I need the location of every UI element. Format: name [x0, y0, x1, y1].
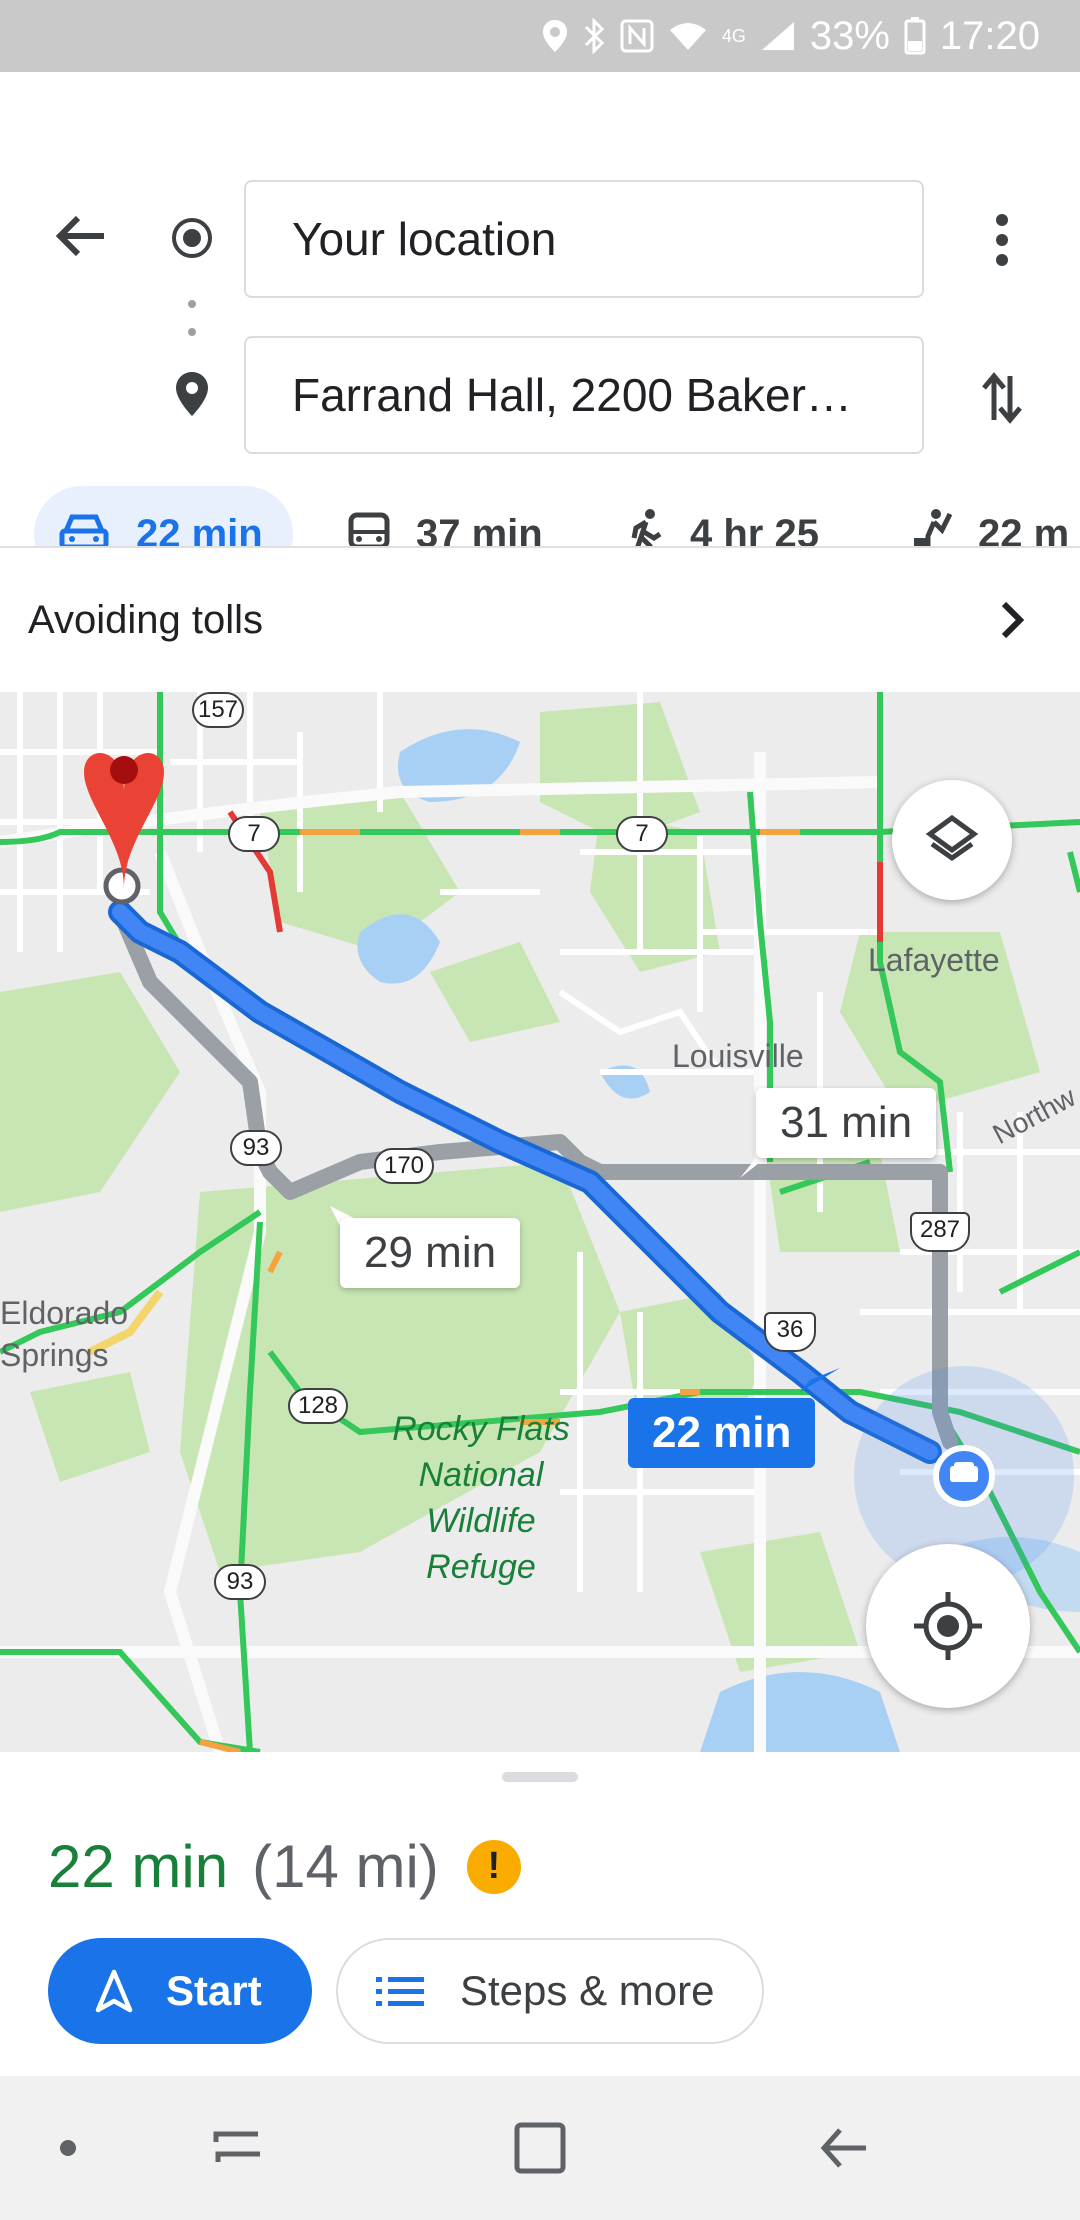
route-dots-icon	[188, 300, 196, 336]
park-rocky-flats: Rocky Flats National Wildlife Refuge	[392, 1410, 570, 1586]
start-button-label: Start	[166, 1967, 262, 2014]
directions-header: Your location Farrand Hall, 2200 Baker… …	[0, 72, 1080, 582]
more-vert-icon	[996, 214, 1008, 266]
chevron-right-icon	[1001, 601, 1025, 639]
battery-percent: 33%	[809, 13, 890, 58]
network-type: 4G	[721, 25, 746, 46]
steps-and-more-button[interactable]: Steps & more	[336, 1938, 764, 2044]
more-options-button[interactable]	[976, 200, 1028, 280]
place-lafayette: Lafayette	[868, 942, 1000, 978]
shield-7b: 7	[616, 816, 668, 852]
layers-icon	[925, 814, 979, 862]
crosshair-icon	[914, 1592, 982, 1660]
shield-170: 170	[374, 1148, 434, 1184]
shield-36: 36	[764, 1312, 816, 1352]
sheet-drag-handle[interactable]	[502, 1772, 578, 1782]
shield-287: 287	[910, 1212, 970, 1252]
status-bar: 4G 33% 17:20	[0, 0, 1080, 72]
wifi-icon	[668, 20, 708, 52]
destination-field[interactable]: Farrand Hall, 2200 Baker…	[244, 336, 924, 454]
nav-recents-button[interactable]	[202, 2112, 274, 2184]
signal-icon	[760, 20, 796, 52]
route-summary: 22 min (14 mi) !	[48, 1832, 521, 1901]
navigation-arrow-icon	[95, 1969, 133, 2013]
origin-field[interactable]: Your location	[244, 180, 924, 298]
system-nav-bar	[0, 2076, 1080, 2220]
clock: 17:20	[939, 13, 1040, 58]
summary-distance: (14 mi)	[252, 1833, 439, 1900]
dot-icon	[60, 2140, 76, 2156]
summary-duration: 22 min	[48, 1833, 229, 1900]
route-options-label: Avoiding tolls	[28, 597, 263, 642]
battery-icon	[904, 17, 926, 55]
route-time-alt-31[interactable]: 31 min	[756, 1088, 937, 1158]
warning-icon[interactable]: !	[466, 1839, 521, 1894]
nav-home-button[interactable]	[504, 2112, 576, 2184]
recents-icon	[213, 2131, 260, 2162]
destination-pin-icon	[176, 372, 208, 416]
shield-157: 157	[192, 692, 244, 728]
route-time-primary[interactable]: 22 min	[628, 1398, 816, 1468]
shield-93b: 93	[214, 1564, 266, 1600]
start-point-marker	[103, 867, 141, 905]
place-eldorado-springs: Eldorado Springs	[0, 1295, 129, 1373]
start-button[interactable]: Start	[48, 1938, 312, 2044]
place-louisville: Louisville	[672, 1038, 804, 1074]
back-arrow-icon	[820, 2128, 866, 2168]
home-square-icon	[514, 2122, 566, 2174]
map-view[interactable]: 157 7 7 93 170 287 36 128 93 Lafayette L…	[0, 692, 1080, 1752]
nfc-icon	[620, 19, 654, 53]
origin-dot-icon	[172, 218, 212, 258]
steps-button-label: Steps & more	[460, 1967, 715, 2014]
route-options-row[interactable]: Avoiding tolls	[0, 548, 1080, 692]
bluetooth-icon	[582, 18, 606, 54]
swap-vert-icon	[982, 372, 1022, 424]
arrow-back-icon	[55, 215, 104, 257]
shield-7a: 7	[228, 816, 280, 852]
route-time-alt-29[interactable]: 29 min	[340, 1218, 521, 1288]
nav-back-button[interactable]	[808, 2112, 880, 2184]
nav-dot-button[interactable]	[32, 2112, 104, 2184]
status-icons: 4G 33% 17:20	[542, 0, 1040, 72]
layers-button[interactable]	[892, 780, 1012, 900]
back-button[interactable]	[44, 200, 116, 272]
shield-93a: 93	[230, 1130, 282, 1166]
swap-button[interactable]	[972, 362, 1032, 434]
my-location-button[interactable]	[866, 1544, 1030, 1708]
list-icon	[376, 1977, 424, 2006]
route-summary-sheet: 22 min (14 mi) ! Start Steps & more	[0, 1752, 1080, 2076]
shield-128: 128	[288, 1388, 348, 1424]
location-status-icon	[542, 19, 568, 53]
current-location-marker	[933, 1445, 995, 1507]
